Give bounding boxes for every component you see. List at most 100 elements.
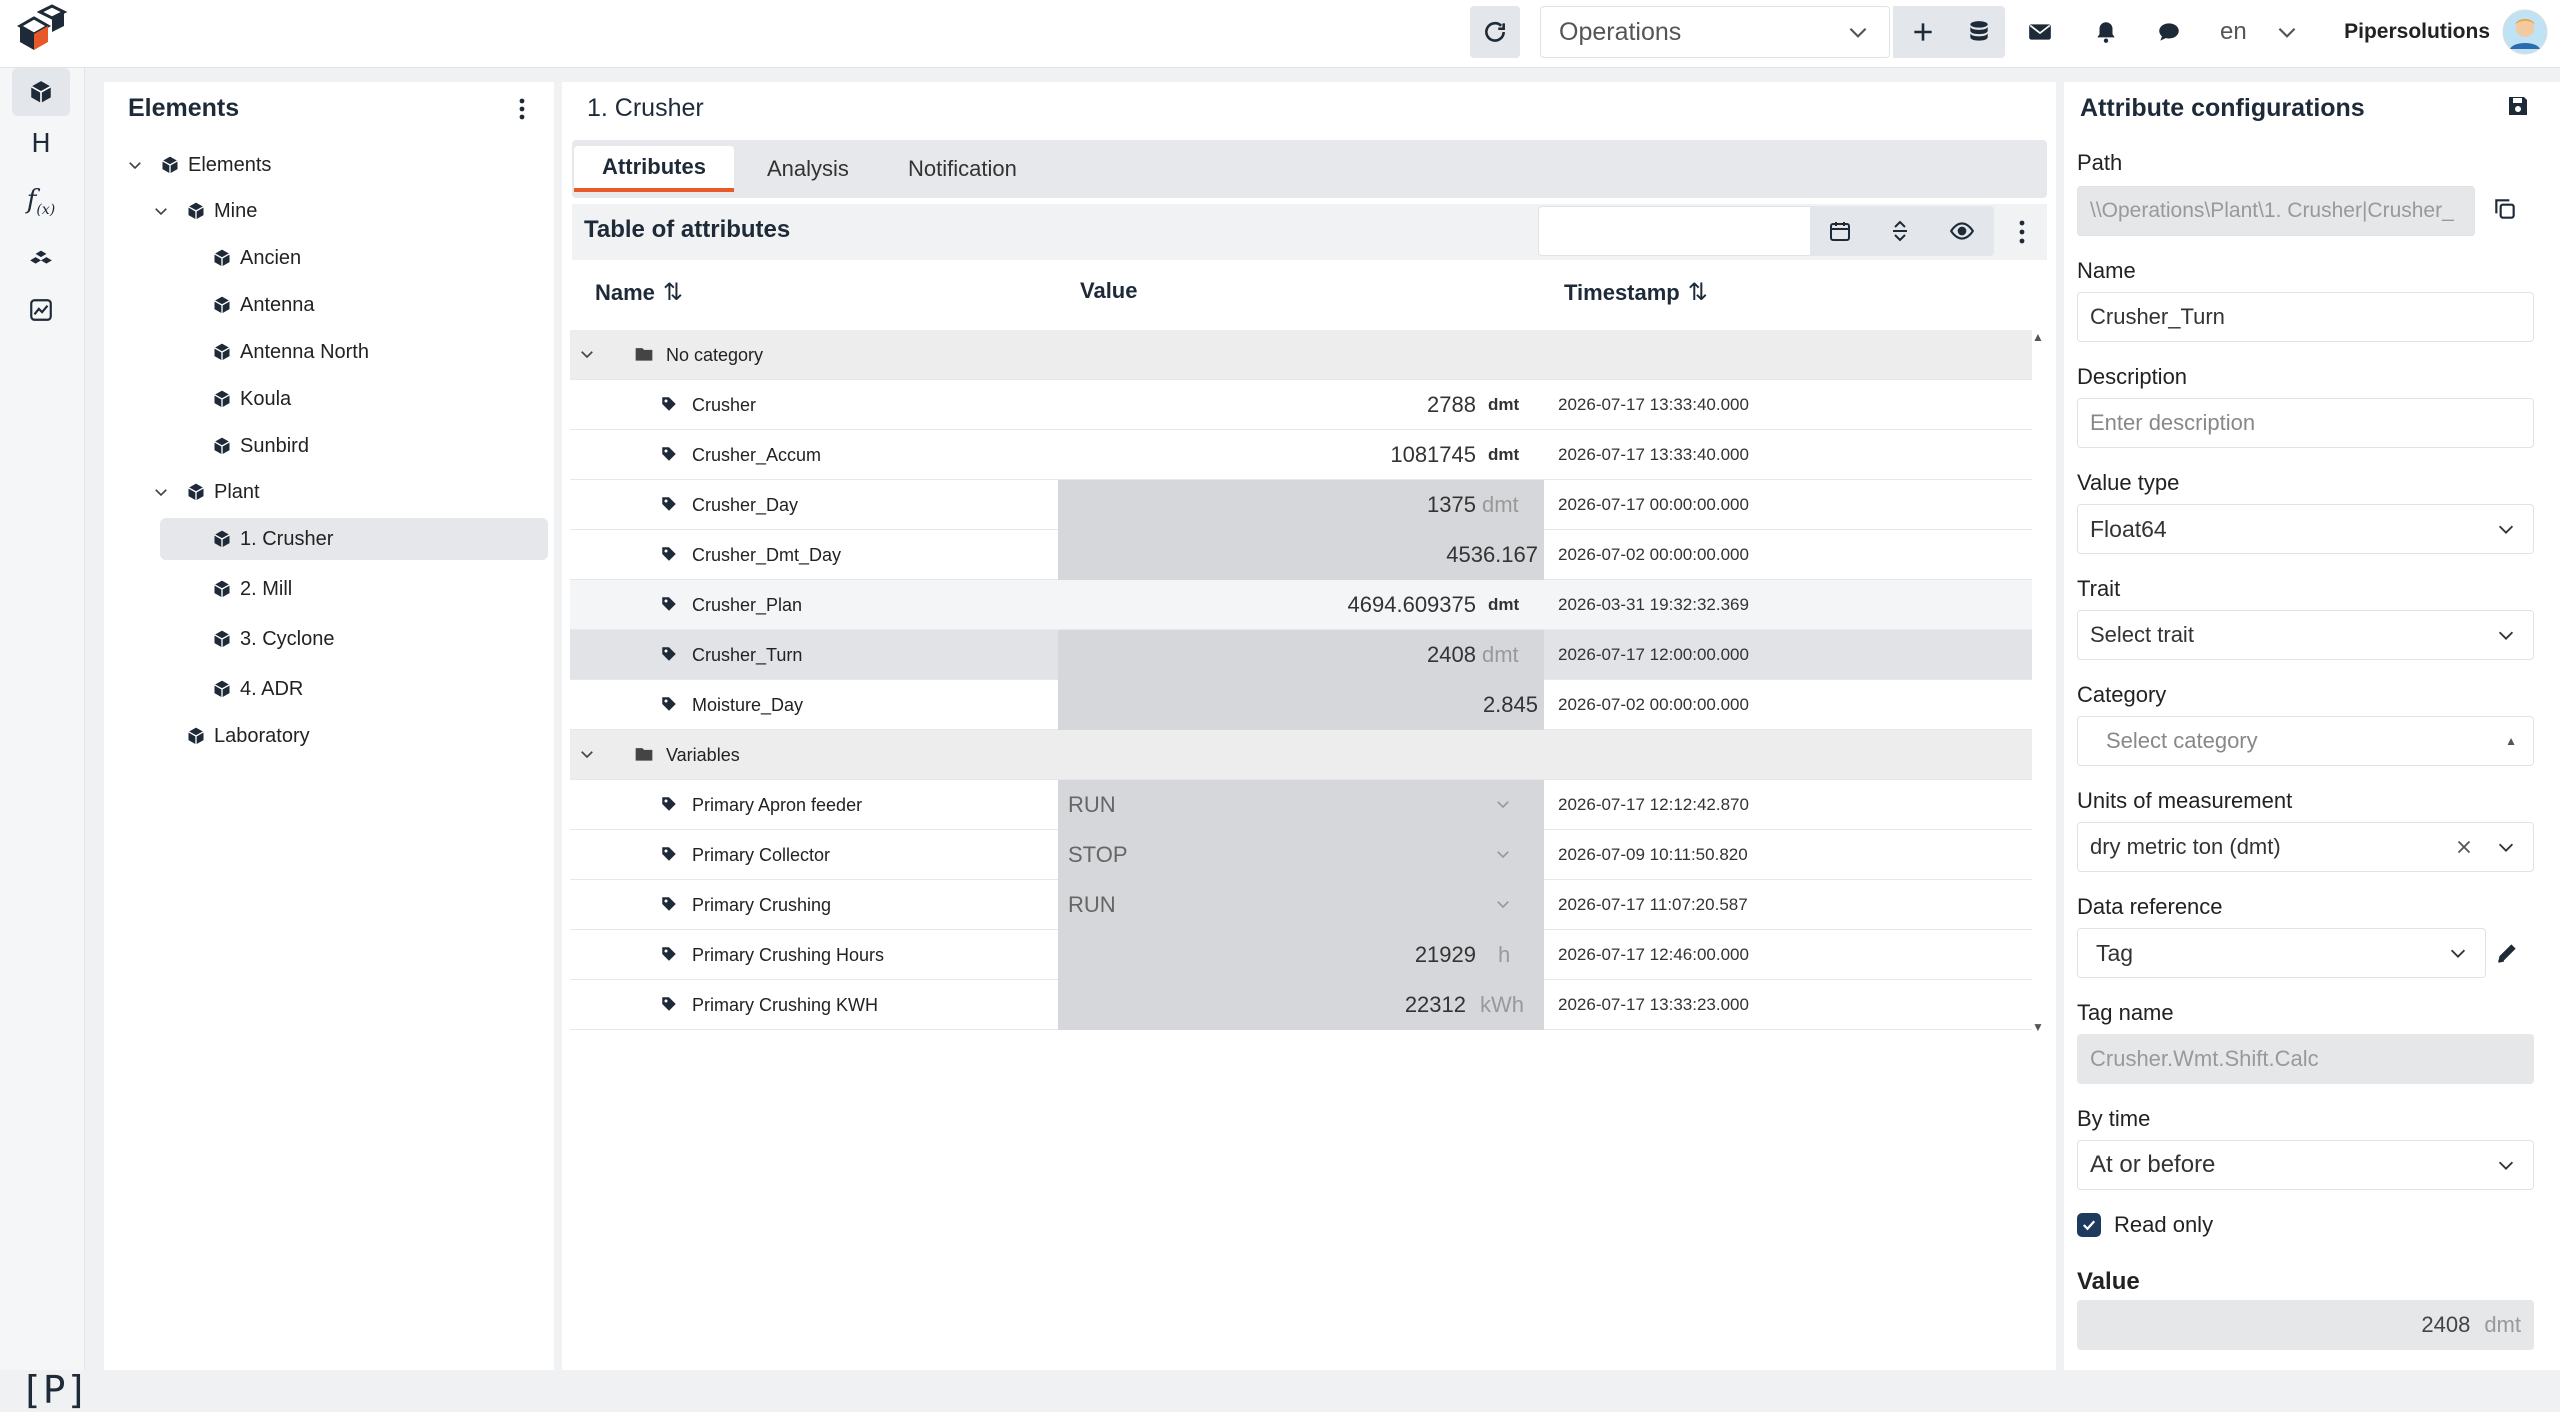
folder-icon — [634, 344, 654, 369]
table-row[interactable]: Primary Crushing RUN 2026-07-17 11:07:20.5… — [570, 880, 2032, 930]
tab-attributes[interactable]: Attributes — [574, 146, 734, 192]
tree-item[interactable]: 2. Mill — [104, 568, 544, 610]
attribute-timestamp: 2026-07-17 13:33:40.000 — [1558, 445, 1749, 464]
tree-item[interactable]: Sunbird — [104, 425, 544, 467]
check-icon — [2082, 1220, 2096, 1231]
chevron-down-icon[interactable] — [1494, 895, 1512, 918]
table-row[interactable]: Crusher_Accum 1081745 dmt 2026-07-17 13:33:… — [570, 430, 2032, 480]
chevron-down-icon[interactable] — [578, 345, 596, 368]
tree-item[interactable]: 3. Cyclone — [104, 618, 544, 660]
category-row[interactable]: Variables — [570, 730, 2032, 780]
chevron-down-icon[interactable] — [578, 745, 596, 768]
table-title: Table of attributes — [584, 216, 791, 243]
workspace-select[interactable]: Operations — [1540, 6, 1890, 58]
chevron-down-icon — [2498, 843, 2514, 852]
attribute-timestamp: 2026-07-17 12:00:00.000 — [1558, 645, 1749, 664]
attribute-value: 2408 — [1427, 642, 1476, 667]
notifications-button[interactable] — [2082, 6, 2130, 58]
add-button[interactable] — [1893, 6, 1953, 58]
attribute-unit: h — [1498, 942, 1511, 967]
name-field[interactable]: Crusher_Turn — [2077, 292, 2534, 342]
nav-hierarchy[interactable]: H — [12, 120, 70, 168]
tree-item[interactable]: Laboratory — [104, 715, 544, 757]
table-row[interactable]: Crusher_Dmt_Day 4536.167 2026-07-02 00:00:… — [570, 530, 2032, 580]
uom-label: Units of measurement — [2077, 788, 2293, 813]
attribute-timestamp: 2026-03-31 19:32:32.369 — [1558, 595, 1749, 614]
chevron-down-icon[interactable] — [126, 156, 144, 174]
table-toolbar: Table of attributes — [572, 204, 2047, 260]
tab-notification[interactable]: Notification — [908, 146, 1017, 192]
refresh-button[interactable] — [1470, 6, 1520, 58]
tree-item[interactable]: Plant — [104, 471, 544, 513]
column-value-header[interactable]: Value — [1080, 278, 1137, 304]
tag-icon — [660, 945, 678, 963]
piper-logo: [P] — [20, 1368, 89, 1412]
attribute-unit: dmt — [1488, 595, 1520, 614]
table-row[interactable]: Primary Collector STOP 2026-07-09 10:11:50… — [570, 830, 2032, 880]
search-input[interactable] — [1538, 206, 1818, 256]
expand-collapse-icon — [1893, 220, 1907, 242]
column-timestamp-header[interactable]: Timestamp ⇅ — [1564, 278, 1708, 307]
tree-item-label: Laboratory — [214, 724, 310, 747]
chevron-down-icon[interactable] — [1494, 845, 1512, 868]
tree-item[interactable]: 1. Crusher — [160, 518, 548, 560]
table-row[interactable]: Crusher_Plan 4694.609375 dmt 2026-03-31 19:… — [570, 580, 2032, 630]
avatar[interactable] — [2500, 6, 2550, 58]
trait-select[interactable]: Select trait — [2077, 610, 2534, 660]
read-only-checkbox[interactable] — [2077, 1213, 2101, 1237]
visibility-button[interactable] — [1930, 206, 1994, 256]
tab-analysis[interactable]: Analysis — [767, 146, 849, 192]
uom-select[interactable]: dry metric ton (dmt) — [2077, 822, 2534, 872]
clear-icon[interactable] — [2453, 836, 2475, 858]
chevron-down-icon[interactable] — [152, 483, 170, 501]
nav-elements[interactable] — [12, 68, 70, 116]
tree-item[interactable]: 4. ADR — [104, 668, 544, 710]
table-row[interactable]: Crusher_Day 1375 dmt 2026-07-17 00:00:00.00… — [570, 480, 2032, 530]
chat-button[interactable] — [2145, 6, 2193, 58]
app-logo[interactable] — [10, 4, 68, 60]
table-row[interactable]: Primary Crushing KWH 22312 kWh 2026-07-17 1… — [570, 980, 2032, 1030]
copy-icon[interactable] — [2492, 196, 2518, 222]
category-row[interactable]: No category — [570, 330, 2032, 380]
left-navigation: H f(x) [P] — [0, 68, 89, 1412]
value-unit: dmt — [2484, 1312, 2521, 1337]
table-row[interactable]: Moisture_Day 2.845 2026-07-02 00:00:00.000 — [570, 680, 2032, 730]
table-row[interactable]: Primary Crushing Hours 21929 h 2026-07-17 1… — [570, 930, 2032, 980]
nav-trends[interactable] — [12, 286, 70, 334]
attribute-timestamp: 2026-07-17 11:07:20.587 — [1558, 895, 1748, 914]
column-name-header[interactable]: Name ⇅ — [595, 278, 683, 307]
tree-item[interactable]: Antenna — [104, 284, 544, 326]
user-name[interactable]: Pipersolutions — [2344, 6, 2490, 58]
tree-item[interactable]: Ancien — [104, 237, 544, 279]
language-select[interactable]: en — [2210, 6, 2310, 58]
value-type-label: Value type — [2077, 470, 2180, 495]
mail-button[interactable] — [2016, 6, 2064, 58]
value-type-select[interactable]: Float64 — [2077, 504, 2534, 554]
tree-item[interactable]: Mine — [104, 190, 544, 232]
nav-functions[interactable]: f(x) — [12, 178, 70, 226]
tree-item[interactable]: Koula — [104, 378, 544, 420]
more-icon[interactable] — [2012, 218, 2032, 246]
chevron-down-icon[interactable] — [1494, 795, 1512, 818]
category-select[interactable]: Select category ▲ — [2077, 716, 2534, 766]
database-button[interactable] — [1953, 6, 2005, 58]
description-field[interactable]: Enter description — [2077, 398, 2534, 448]
by-time-select[interactable]: At or before — [2077, 1140, 2534, 1190]
table-row[interactable]: Crusher 2788 dmt 2026-07-17 13:33:40.000 — [570, 380, 2032, 430]
save-icon[interactable] — [2506, 94, 2530, 118]
attribute-value: RUN — [1068, 792, 1116, 817]
more-icon[interactable] — [510, 96, 534, 122]
table-row[interactable]: Crusher_Turn 2408 dmt 2026-07-17 12:00:00.0… — [570, 630, 2032, 680]
expand-collapse-button[interactable] — [1870, 206, 1930, 256]
chevron-down-icon — [2498, 1161, 2514, 1170]
edit-icon[interactable] — [2494, 940, 2520, 966]
tree-item-label: Antenna — [240, 293, 315, 316]
data-reference-select[interactable]: Tag — [2077, 928, 2486, 978]
table-scrollbar[interactable]: ▲ ▼ — [2032, 330, 2044, 1036]
tree-item[interactable]: Antenna North — [104, 331, 544, 373]
nav-templates[interactable] — [12, 232, 70, 280]
table-row[interactable]: Primary Apron feeder RUN 2026-07-17 12:12:… — [570, 780, 2032, 830]
chevron-down-icon[interactable] — [152, 202, 170, 220]
date-filter-button[interactable] — [1810, 206, 1870, 256]
tree-item[interactable]: Elements — [104, 144, 544, 186]
